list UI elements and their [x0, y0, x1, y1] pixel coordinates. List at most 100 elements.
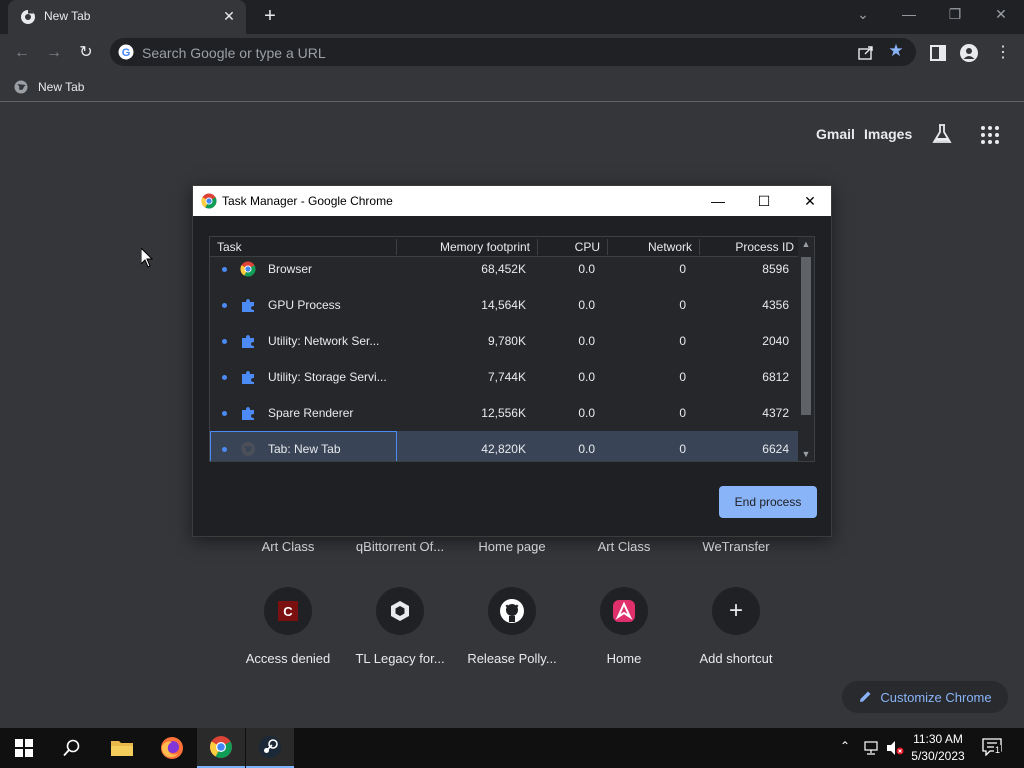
volume-muted-icon[interactable]: [886, 740, 904, 756]
status-dot: [222, 303, 227, 308]
scroll-thumb[interactable]: [801, 257, 811, 415]
github-icon: [500, 599, 524, 623]
omnibox-placeholder: Search Google or type a URL: [142, 45, 326, 61]
shortcut-label[interactable]: Release Polly...: [456, 651, 568, 666]
task-manager-dialog: Task Manager - Google Chrome — ☐ ✕ Task …: [192, 185, 832, 537]
shortcut-label[interactable]: qBittorrent Of...: [344, 539, 456, 554]
gmail-link[interactable]: Gmail: [816, 126, 855, 142]
table-row[interactable]: Tab: New Tab 42,820K 0.0 0 6624: [210, 431, 800, 461]
puzzle-icon: [242, 407, 254, 420]
table-row[interactable]: Utility: Storage Servi... 7,744K 0.0 0 6812: [210, 359, 800, 395]
table-scrollbar[interactable]: ▲ ▼: [798, 237, 814, 461]
search-icon: [63, 739, 80, 757]
pencil-icon: [860, 691, 871, 702]
shortcut-release-polly[interactable]: [488, 587, 536, 635]
notifications-button[interactable]: 1: [982, 738, 1002, 757]
task-name: Tab: New Tab: [268, 442, 341, 456]
apps-grid-icon[interactable]: [980, 125, 1000, 145]
airtable-icon: [613, 600, 635, 622]
steam-taskbar-button[interactable]: [246, 728, 294, 768]
pid-value: 6624: [762, 442, 789, 456]
tm-close-button[interactable]: ✕: [787, 186, 833, 216]
shortcut-label[interactable]: TL Legacy for...: [344, 651, 456, 666]
forward-icon[interactable]: →: [41, 40, 67, 66]
table-row[interactable]: Browser 68,452K 0.0 0 8596: [210, 251, 800, 287]
customize-chrome-button[interactable]: Customize Chrome: [842, 681, 1008, 713]
add-shortcut-button[interactable]: +: [712, 587, 760, 635]
notification-count: 1: [994, 745, 1002, 755]
tab-new-tab[interactable]: New Tab ✕: [8, 0, 246, 34]
images-link[interactable]: Images: [864, 126, 912, 142]
status-dot: [222, 267, 227, 272]
globe-icon: [14, 80, 28, 94]
bookmarks-bar: New Tab: [0, 72, 1024, 102]
svg-text:G: G: [122, 47, 131, 59]
cube-icon: [391, 601, 409, 621]
steam-icon: [259, 736, 281, 758]
close-tab-icon[interactable]: ✕: [220, 7, 238, 25]
tab-search-icon[interactable]: ⌄: [840, 0, 886, 30]
pid-value: 6812: [762, 370, 789, 384]
profile-icon[interactable]: [960, 44, 978, 62]
start-button[interactable]: [0, 728, 48, 768]
svg-text:C: C: [283, 604, 293, 619]
process-table: Task Memory footprint CPU Network Proces…: [209, 236, 815, 462]
bookmark-star-icon[interactable]: ★: [886, 41, 906, 61]
labs-icon[interactable]: [930, 122, 954, 146]
firefox-button[interactable]: [148, 728, 196, 768]
shortcut-label[interactable]: Home: [568, 651, 680, 666]
firefox-icon: [161, 737, 183, 759]
table-row[interactable]: GPU Process 14,564K 0.0 0 4356: [210, 287, 800, 323]
restore-button[interactable]: ❐: [932, 0, 978, 30]
side-panel-icon[interactable]: [930, 45, 946, 61]
tray-overflow-icon[interactable]: ⌃: [840, 739, 850, 753]
shortcut-label[interactable]: Access denied: [232, 651, 344, 666]
google-icon: G: [118, 44, 134, 60]
shortcut-label[interactable]: Home page: [456, 539, 568, 554]
shortcut-access-denied[interactable]: C: [264, 587, 312, 635]
network-value: 0: [679, 406, 686, 420]
tm-maximize-button[interactable]: ☐: [741, 186, 787, 216]
search-button[interactable]: [48, 728, 96, 768]
clock-time[interactable]: 11:30 AM: [904, 732, 972, 746]
chrome-taskbar-button[interactable]: [197, 728, 245, 768]
file-explorer-button[interactable]: [98, 728, 146, 768]
tab-strip: New Tab ✕ + ⌄ — ❐ ✕: [0, 0, 1024, 34]
memory-value: 14,564K: [481, 298, 526, 312]
network-icon[interactable]: [863, 741, 879, 755]
clock-date[interactable]: 5/30/2023: [904, 749, 972, 763]
chrome-icon: [21, 10, 35, 24]
cursor-icon: [141, 248, 153, 268]
bookmark-new-tab[interactable]: New Tab: [14, 76, 84, 98]
shortcut-label[interactable]: Art Class: [232, 539, 344, 554]
shortcut-label[interactable]: Add shortcut: [680, 651, 792, 666]
cpu-value: 0.0: [578, 334, 595, 348]
pid-value: 2040: [762, 334, 789, 348]
memory-value: 9,780K: [487, 334, 526, 348]
status-dot: [222, 447, 227, 452]
tab-title: New Tab: [44, 9, 91, 23]
table-row[interactable]: Spare Renderer 12,556K 0.0 0 4372: [210, 395, 800, 431]
shortcut-label[interactable]: WeTransfer: [680, 539, 792, 554]
shortcut-label[interactable]: Art Class: [568, 539, 680, 554]
shortcut-tl-legacy[interactable]: [376, 587, 424, 635]
omnibox[interactable]: G Search Google or type a URL ★: [110, 38, 916, 66]
globe-icon: [241, 442, 255, 456]
end-process-button[interactable]: End process: [719, 486, 817, 518]
more-menu-icon[interactable]: ⋮: [990, 40, 1016, 66]
tm-minimize-button[interactable]: —: [695, 186, 741, 216]
shortcut-home[interactable]: [600, 587, 648, 635]
table-row[interactable]: Utility: Network Ser... 9,780K 0.0 0 2040: [210, 323, 800, 359]
scroll-up-icon[interactable]: ▲: [798, 237, 814, 251]
reload-icon[interactable]: ↻: [73, 40, 99, 66]
task-name: GPU Process: [268, 298, 341, 312]
back-icon[interactable]: ←: [9, 40, 35, 66]
scroll-down-icon[interactable]: ▼: [798, 447, 814, 461]
new-tab-button[interactable]: +: [258, 5, 282, 29]
memory-value: 7,744K: [487, 370, 526, 384]
minimize-button[interactable]: —: [886, 0, 932, 30]
close-window-button[interactable]: ✕: [978, 0, 1024, 30]
network-value: 0: [679, 298, 686, 312]
windows-icon: [15, 739, 33, 757]
share-icon[interactable]: [856, 42, 876, 62]
